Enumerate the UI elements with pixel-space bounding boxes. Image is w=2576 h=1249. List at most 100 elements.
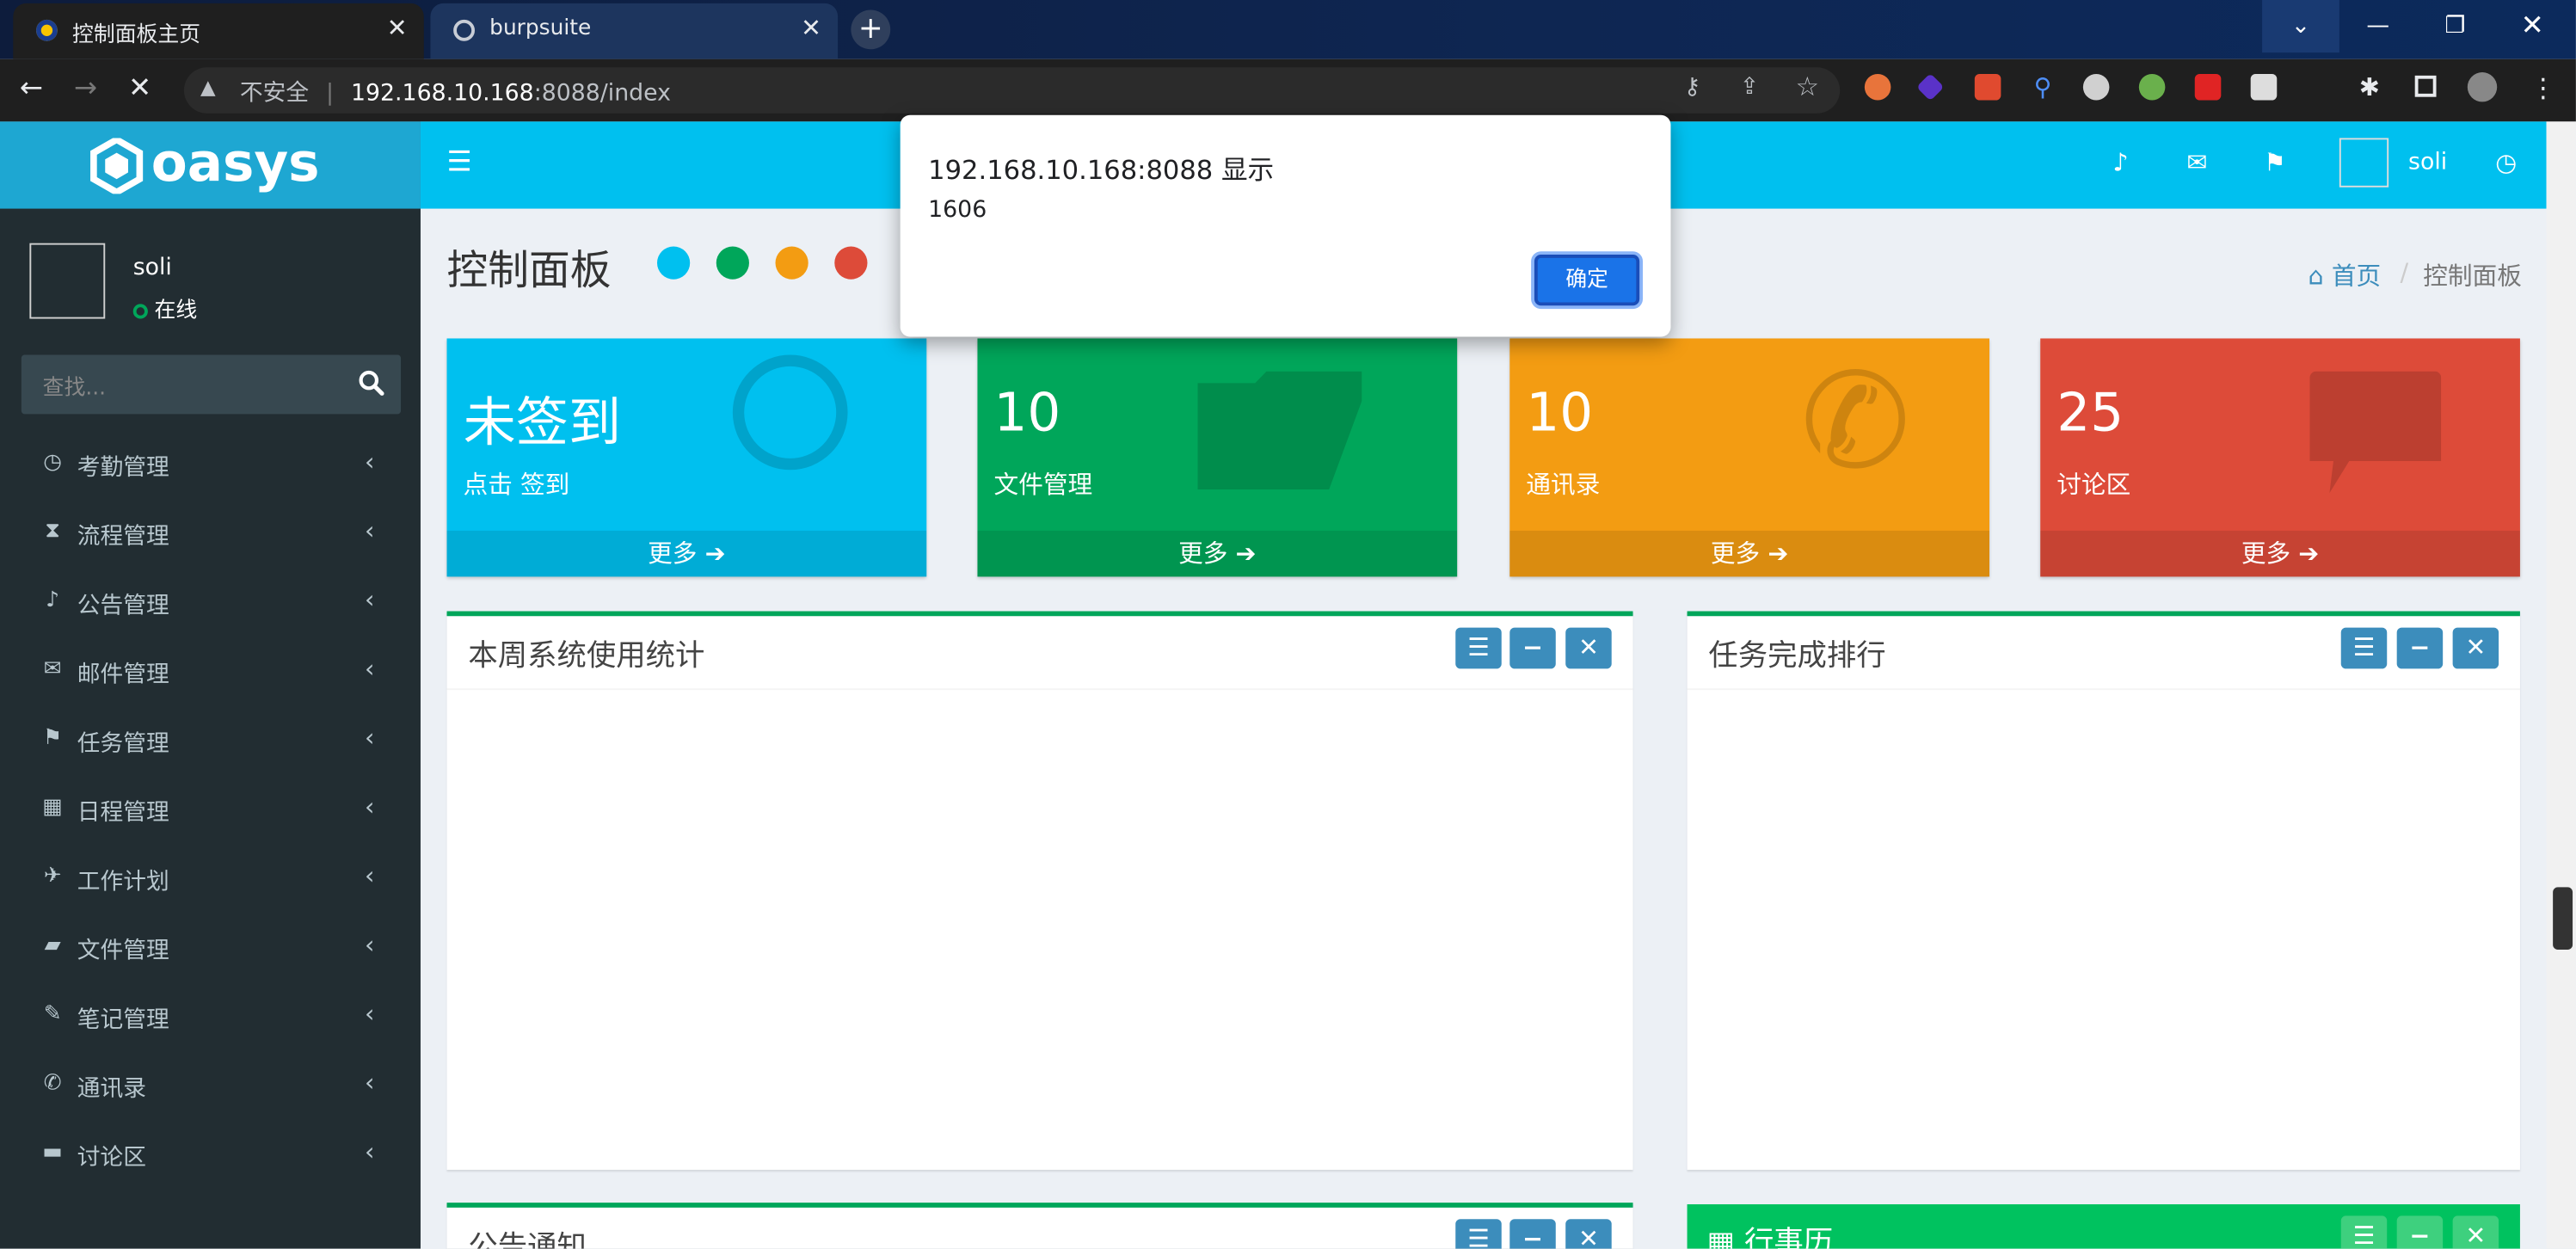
theme-dot-green[interactable]	[716, 246, 749, 280]
box-title-label: 行事历	[1743, 1225, 1834, 1249]
card-more-link[interactable]: 更多 ➔	[2040, 530, 2520, 577]
extension-7-icon[interactable]	[2194, 73, 2222, 101]
chevron-left-icon: ‹	[365, 791, 375, 821]
sidebar-item-files[interactable]: ▰ 文件管理 ‹	[0, 914, 421, 982]
menu-kebab-icon[interactable]: ⋮	[2530, 72, 2556, 103]
sidebar-item-label: 任务管理	[77, 730, 169, 758]
box-close-button[interactable]: ✕	[2452, 627, 2499, 669]
sidebar-item-notices[interactable]: ♪ 公告管理 ‹	[0, 569, 421, 637]
more-label: 更多	[1710, 538, 1761, 569]
card-files[interactable]: 10 文件管理 更多 ➔	[977, 338, 1458, 577]
sidebar-item-notes[interactable]: ✎ 笔记管理 ‹	[0, 982, 421, 1051]
box-notices: 公告通知 ☰ − ✕	[446, 1203, 1633, 1249]
extension-5-icon[interactable]	[2082, 73, 2110, 101]
hourglass-icon: ⧗	[45, 519, 60, 545]
extension-3-icon[interactable]	[1974, 73, 2001, 101]
chevron-left-icon: ‹	[365, 930, 375, 960]
clock-icon	[732, 354, 848, 471]
more-label: 更多	[1178, 538, 1228, 569]
extension-8-icon[interactable]	[2250, 73, 2278, 101]
tab-burpsuite[interactable]: burpsuite ✕	[430, 3, 839, 59]
tab-search-icon[interactable]: ⌄	[2262, 0, 2339, 53]
card-label[interactable]: 点击 签到	[464, 466, 570, 501]
breadcrumb-current: 控制面板	[2423, 261, 2522, 292]
profile-avatar-icon[interactable]	[2467, 72, 2498, 102]
card-sign-in[interactable]: 未签到 点击 签到 更多 ➔	[446, 338, 927, 577]
bell-icon[interactable]: ♪	[2112, 148, 2128, 177]
key-icon[interactable]: ⚷	[1684, 74, 1701, 101]
extension-6-icon[interactable]	[2138, 73, 2166, 101]
sidebar-item-mail[interactable]: ✉ 邮件管理 ‹	[0, 637, 421, 706]
share-icon[interactable]: ⇪	[1740, 74, 1759, 101]
card-value: 未签到	[463, 391, 622, 454]
box-close-button[interactable]: ✕	[2452, 1215, 2499, 1249]
restore-icon[interactable]: ❐	[2417, 0, 2494, 52]
sidebar-item-discussion[interactable]: ▬ 讨论区 ‹	[0, 1121, 421, 1190]
card-more-link[interactable]: 更多 ➔	[446, 530, 927, 577]
bookmark-star-icon[interactable]: ☆	[1796, 71, 1819, 102]
card-discussion[interactable]: 25 讨论区 更多 ➔	[2040, 338, 2520, 577]
sidebar-toggle-icon[interactable]: ☰	[447, 146, 472, 179]
close-tab-icon[interactable]: ✕	[801, 13, 821, 42]
calendar-icon: ▦	[1706, 1225, 1735, 1249]
theme-dot-orange[interactable]	[775, 246, 808, 280]
scrollbar-thumb[interactable]	[2553, 887, 2573, 950]
header-user-name[interactable]: soli	[2408, 150, 2447, 176]
flag-icon[interactable]: ⚑	[2264, 148, 2286, 177]
tab-title: burpsuite	[489, 16, 592, 41]
dialog-ok-button[interactable]: 确定	[1534, 255, 1640, 306]
box-menu-button[interactable]: ☰	[2340, 1215, 2388, 1249]
back-icon[interactable]: ←	[20, 72, 43, 105]
sidebar-item-workflow[interactable]: ⧗ 流程管理 ‹	[0, 500, 421, 569]
box-weekly-stats: 本周系统使用统计 ☰ − ✕	[446, 611, 1633, 1170]
folder-open-icon	[1197, 371, 1362, 490]
page-scrollbar[interactable]	[2546, 121, 2576, 1249]
card-more-link[interactable]: 更多 ➔	[977, 530, 1458, 577]
extension-1-icon[interactable]	[1864, 73, 1891, 101]
close-tab-icon[interactable]: ✕	[387, 13, 408, 42]
box-menu-button[interactable]: ☰	[1455, 627, 1502, 669]
theme-dot-red[interactable]	[834, 246, 868, 280]
chevron-left-icon: ‹	[365, 515, 375, 546]
close-window-icon[interactable]: ✕	[2493, 0, 2571, 52]
card-contacts[interactable]: ✆ 10 通讯录 更多 ➔	[1509, 338, 1990, 577]
minimize-icon[interactable]: —	[2339, 0, 2417, 52]
box-menu-button[interactable]: ☰	[1455, 1219, 1502, 1249]
theme-dot-blue[interactable]	[657, 246, 691, 280]
new-tab-button[interactable]: +	[851, 9, 891, 50]
card-more-link[interactable]: 更多 ➔	[1509, 530, 1990, 577]
sidebar-item-contacts[interactable]: ✆ 通讯录 ‹	[0, 1051, 421, 1120]
extension-4-icon[interactable]: ⚲	[2034, 72, 2052, 102]
online-status: 在线	[132, 292, 197, 323]
flag-icon: ⚑	[42, 726, 63, 751]
box-title: 公告通知	[468, 1230, 587, 1249]
box-collapse-button[interactable]: −	[1509, 627, 1556, 669]
box-collapse-button[interactable]: −	[1509, 1219, 1556, 1249]
arrow-circle-right-icon: ➔	[2298, 538, 2320, 569]
breadcrumb-home[interactable]: ⌂ 首页	[2309, 258, 2382, 292]
box-collapse-button[interactable]: −	[2396, 627, 2444, 669]
side-panel-icon[interactable]	[2414, 75, 2437, 97]
header-avatar[interactable]	[2339, 138, 2389, 188]
box-close-button[interactable]: ✕	[1565, 1219, 1612, 1249]
clock-icon[interactable]: ◷	[2495, 148, 2517, 177]
sidebar-item-label: 文件管理	[77, 938, 169, 965]
search-icon[interactable]	[358, 370, 384, 397]
box-menu-button[interactable]: ☰	[2340, 627, 2388, 669]
address-text: 不安全 | 192.168.10.168:8088/index	[239, 80, 671, 108]
home-icon: ⌂	[2308, 261, 2324, 292]
extensions-puzzle-icon[interactable]: ✱	[2359, 72, 2380, 102]
stop-loading-icon[interactable]: ✕	[128, 72, 151, 105]
sidebar-item-schedule[interactable]: ▦ 日程管理 ‹	[0, 776, 421, 845]
envelope-icon[interactable]: ✉	[2186, 148, 2207, 177]
forward-icon[interactable]: →	[74, 72, 97, 105]
tab-dashboard[interactable]: 控制面板主页 ✕	[13, 3, 424, 59]
avatar	[29, 243, 106, 319]
dialog-title: 192.168.10.168:8088 显示	[928, 154, 1275, 186]
sidebar-item-attendance[interactable]: ◷ 考勤管理 ‹	[0, 430, 421, 499]
box-close-button[interactable]: ✕	[1565, 627, 1612, 669]
oasys-favicon-icon	[36, 19, 58, 41]
box-collapse-button[interactable]: −	[2396, 1215, 2444, 1249]
sidebar-item-work-plan[interactable]: ✈ 工作计划 ‹	[0, 845, 421, 914]
sidebar-item-tasks[interactable]: ⚑ 任务管理 ‹	[0, 706, 421, 775]
